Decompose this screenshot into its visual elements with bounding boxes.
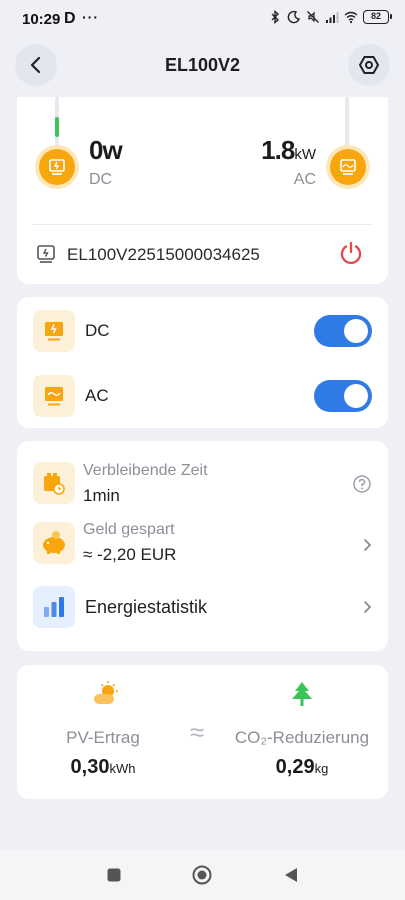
remaining-time-label: Verbleibende Zeit — [83, 462, 208, 479]
pv-yield-number: 0,30 — [70, 756, 110, 778]
status-more-icon: ··· — [82, 9, 99, 25]
hexagon-settings-icon — [359, 56, 379, 74]
money-saved-row[interactable]: Geld gespart ≈ -2,20 EUR — [17, 519, 388, 571]
pv-yield-unit: kWh — [109, 761, 136, 776]
dc-power-value: 0w — [89, 135, 123, 165]
status-time: 10:29 — [22, 11, 61, 28]
ac-output-tile-icon — [33, 375, 75, 417]
chevron-right-icon — [364, 539, 372, 551]
bluetooth-icon — [271, 10, 280, 24]
dc-toggle[interactable] — [314, 315, 372, 347]
chevron-right-icon — [364, 601, 372, 613]
energy-stats-card: PV-Ertrag 0,30kWh ≈ CO₂-Reduzierung 0,29… — [17, 665, 388, 799]
pv-yield-label: PV-Ertrag — [66, 728, 140, 747]
ac-power-value: 1.8kW — [261, 135, 316, 166]
status-carrier-icon: D — [64, 10, 76, 27]
back-nav-button[interactable] — [280, 864, 302, 886]
co2-reduction-unit: kg — [314, 761, 329, 776]
dc-flow-indicator — [55, 117, 59, 137]
approx-symbol: ≈ — [190, 717, 205, 747]
home-button[interactable] — [191, 864, 213, 886]
tree-icon — [292, 682, 312, 706]
power-off-button[interactable] — [338, 240, 364, 266]
dc-power-label: DC — [89, 171, 113, 188]
co2-reduction-label: CO₂-Reduzierung — [234, 728, 370, 747]
device-serial-number: EL100V22515000034625 — [67, 245, 260, 264]
status-icons: 82 — [268, 10, 392, 24]
help-icon[interactable] — [352, 474, 372, 494]
ac-switch-row: AC — [17, 371, 388, 421]
remaining-time-value: 1min — [83, 486, 120, 505]
settings-button[interactable] — [348, 44, 390, 86]
signal-icon — [326, 12, 339, 23]
pv-yield-value: 0,30kWh — [45, 756, 161, 779]
battery-icon: 82 — [363, 10, 392, 24]
toggle-knob — [344, 384, 368, 408]
remaining-time-icon — [33, 462, 75, 504]
status-bar: 10:29 D ··· 82 — [0, 0, 405, 40]
bar-chart-icon — [33, 586, 75, 628]
wifi-icon — [344, 11, 358, 24]
dc-output-icon — [33, 310, 75, 352]
power-flow-card: 0w DC 1.8kW AC EL100V22515000034625 — [17, 97, 388, 284]
ac-power-number: 1.8 — [261, 135, 295, 165]
output-switch-card: DC AC — [17, 297, 388, 428]
energy-statistics-row[interactable]: Energiestatistik — [17, 583, 388, 635]
toggle-knob — [344, 319, 368, 343]
triangle-back-icon — [285, 868, 297, 882]
mute-icon — [307, 11, 319, 23]
square-icon — [107, 868, 121, 882]
system-nav-bar — [0, 850, 405, 900]
moon-icon — [287, 10, 301, 24]
money-saved-value: ≈ -2,20 EUR — [83, 545, 177, 564]
money-saved-label: Geld gespart — [83, 521, 175, 538]
divider — [32, 224, 373, 225]
energy-statistics-label: Energiestatistik — [85, 597, 208, 617]
piggy-bank-icon — [33, 522, 75, 564]
circle-icon — [192, 865, 212, 885]
app-header: EL100V2 — [0, 44, 405, 88]
dc-switch-row: DC — [17, 306, 388, 356]
dc-switch-label: DC — [85, 321, 110, 340]
co2-reduction-value: 0,29kg — [222, 756, 382, 779]
info-card: Verbleibende Zeit 1min Geld gespart ≈ -2… — [17, 441, 388, 651]
ac-toggle[interactable] — [314, 380, 372, 412]
app-screen: 10:29 D ··· 82 EL100V2 0w DC 1.8kW AC EL… — [0, 0, 405, 900]
ac-output-icon — [326, 145, 370, 189]
ac-switch-label: AC — [85, 386, 109, 405]
recent-apps-button[interactable] — [103, 864, 125, 886]
device-icon — [37, 245, 55, 263]
page-title: EL100V2 — [164, 55, 241, 75]
ac-power-label: AC — [293, 171, 316, 188]
ac-power-unit: kW — [294, 146, 316, 163]
dc-input-icon — [35, 145, 79, 189]
co2-reduction-number: 0,29 — [275, 756, 315, 778]
sun-cloud-icon — [94, 681, 118, 704]
